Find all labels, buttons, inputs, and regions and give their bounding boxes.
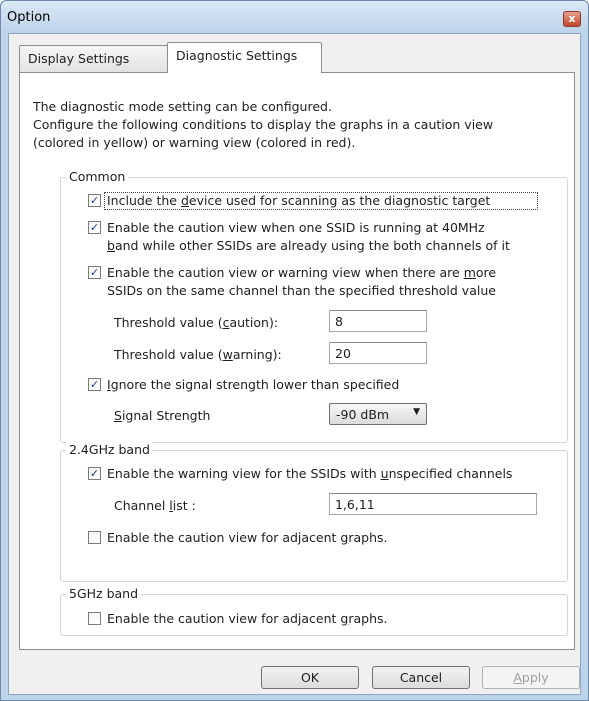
more-ssids-label-line2[interactable]: SSIDs on the same channel than the speci… bbox=[107, 283, 496, 298]
caution-40mhz-label-line1[interactable]: Enable the caution view when one SSID is… bbox=[107, 220, 485, 235]
adjacent-graphs-24-checkbox[interactable] bbox=[88, 531, 101, 544]
threshold-caution-label: Threshold value (caution): bbox=[114, 315, 279, 330]
warning-unspecified-label[interactable]: Enable the warning view for the SSIDs wi… bbox=[107, 466, 512, 481]
band24-group-label: 2.4GHz band bbox=[66, 442, 153, 457]
include-device-label[interactable]: Include the device used for scanning as … bbox=[107, 193, 490, 208]
channel-list-input[interactable]: 1,6,11 bbox=[329, 493, 537, 515]
option-window: Option x Display Settings Diagnostic Set… bbox=[0, 0, 589, 701]
tab-label: Diagnostic Settings bbox=[176, 48, 298, 63]
channel-list-label: Channel list : bbox=[114, 498, 196, 513]
ignore-signal-checkbox[interactable]: ✓ bbox=[88, 378, 101, 391]
adjacent-graphs-24-label[interactable]: Enable the caution view for adjacent gra… bbox=[107, 530, 388, 545]
signal-strength-label: Signal Strength bbox=[114, 408, 211, 423]
band5-group-label: 5GHz band bbox=[66, 586, 142, 601]
tab-diagnostic-settings[interactable]: Diagnostic Settings bbox=[167, 42, 322, 73]
dropdown-arrow-icon: ▼ bbox=[413, 407, 420, 417]
dialog-client: Display Settings Diagnostic Settings The… bbox=[8, 33, 581, 695]
include-device-checkbox[interactable]: ✓ bbox=[88, 194, 101, 207]
threshold-warning-input[interactable]: 20 bbox=[329, 342, 427, 364]
ignore-signal-label[interactable]: Ignore the signal strength lower than sp… bbox=[107, 377, 399, 392]
close-icon: x bbox=[568, 12, 576, 25]
adjacent-graphs-5-label[interactable]: Enable the caution view for adjacent gra… bbox=[107, 611, 388, 626]
close-button[interactable]: x bbox=[563, 11, 581, 27]
tab-display-settings[interactable]: Display Settings bbox=[19, 45, 168, 72]
signal-strength-select[interactable]: -90 dBm ▼ bbox=[329, 403, 427, 425]
common-group-label: Common bbox=[66, 169, 129, 184]
ok-button[interactable]: OK bbox=[261, 666, 359, 689]
adjacent-graphs-5-checkbox[interactable] bbox=[88, 612, 101, 625]
intro-line-1: The diagnostic mode setting can be confi… bbox=[33, 99, 332, 114]
intro-line-3: (colored in yellow) or warning view (col… bbox=[33, 135, 356, 150]
threshold-caution-input[interactable]: 8 bbox=[329, 310, 427, 332]
title-bar[interactable]: Option x bbox=[1, 1, 588, 33]
diagnostic-settings-panel: The diagnostic mode setting can be confi… bbox=[19, 72, 575, 650]
apply-button[interactable]: Apply bbox=[482, 666, 580, 689]
window-title: Option bbox=[7, 10, 51, 25]
tab-label: Display Settings bbox=[28, 51, 130, 66]
cancel-button[interactable]: Cancel bbox=[372, 666, 470, 689]
threshold-warning-label: Threshold value (warning): bbox=[114, 347, 282, 362]
more-ssids-checkbox[interactable]: ✓ bbox=[88, 266, 101, 279]
caution-40mhz-checkbox[interactable]: ✓ bbox=[88, 221, 101, 234]
warning-unspecified-checkbox[interactable]: ✓ bbox=[88, 467, 101, 480]
common-group bbox=[60, 177, 568, 443]
intro-line-2: Configure the following conditions to di… bbox=[33, 117, 494, 132]
more-ssids-label-line1[interactable]: Enable the caution view or warning view … bbox=[107, 265, 496, 280]
signal-strength-value: -90 dBm bbox=[336, 407, 390, 422]
caution-40mhz-label-line2[interactable]: band while other SSIDs are already using… bbox=[107, 238, 510, 253]
